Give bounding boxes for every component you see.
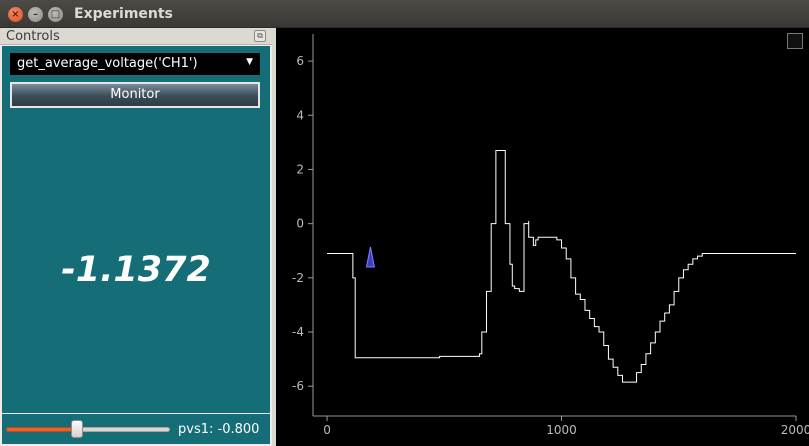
plot-svg: 6 4 2 0 -2 -4 -6 0 1000 2000: [292, 34, 809, 437]
controls-dock: Controls ⧉ get_average_voltage('CH1') ▼ …: [0, 28, 272, 446]
y-tick-label: 0: [296, 217, 304, 231]
title-bar: × – □ Experiments: [0, 0, 809, 28]
x-tick-label: 2000: [781, 423, 809, 437]
y-tick-label: 6: [296, 54, 304, 68]
minimize-icon[interactable]: –: [28, 7, 43, 22]
function-select[interactable]: get_average_voltage('CH1') ▼: [10, 53, 260, 75]
dock-header: Controls ⧉: [0, 28, 272, 45]
x-tick-label: 1000: [546, 423, 577, 437]
voltage-readout: -1.1372: [61, 250, 211, 290]
y-tick-label: -2: [292, 271, 304, 285]
trace-marker: [365, 246, 376, 268]
y-tick-label: 4: [296, 108, 304, 122]
y-tick-label: 2: [296, 162, 304, 176]
monitor-button[interactable]: Monitor: [10, 82, 260, 108]
dock-title: Controls: [6, 29, 60, 44]
close-icon[interactable]: ×: [8, 7, 23, 22]
slider-fill: [6, 427, 77, 432]
x-tick-label: 0: [323, 423, 331, 437]
function-select-value: get_average_voltage('CH1'): [17, 56, 198, 71]
slider-handle[interactable]: [70, 420, 83, 438]
chevron-down-icon: ▼: [246, 57, 253, 67]
maximize-icon[interactable]: □: [48, 7, 63, 22]
float-icon[interactable]: ⧉: [254, 30, 266, 42]
slider-area: pvs1: -0.800: [2, 414, 270, 444]
pvs-label: pvs1: -0.800: [178, 422, 260, 437]
controls-panel: get_average_voltage('CH1') ▼ Monitor -1.…: [2, 46, 270, 413]
autoscale-button[interactable]: [787, 33, 803, 49]
data-trace: [327, 149, 796, 383]
y-tick-label: -6: [292, 379, 304, 393]
window-title: Experiments: [74, 6, 173, 22]
plot-area[interactable]: 6 4 2 0 -2 -4 -6 0 1000 2000: [276, 28, 809, 446]
y-tick-label: -4: [292, 325, 304, 339]
